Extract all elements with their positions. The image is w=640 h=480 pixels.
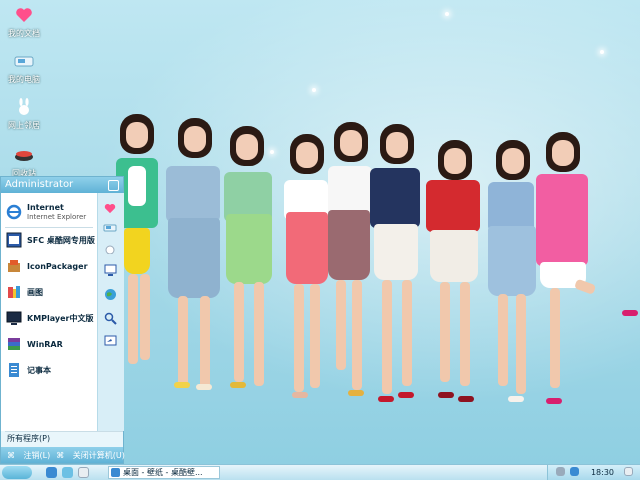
quicklaunch-media-icon[interactable] (62, 467, 73, 478)
iconpackager-icon (5, 257, 23, 275)
start-menu-item-iconpackager[interactable]: IconPackager (5, 255, 95, 277)
winrar-icon (5, 335, 23, 353)
start-menu-item-winrar[interactable]: WinRAR (5, 333, 95, 355)
desktop-icon-my-documents[interactable]: 我的文档 (2, 4, 46, 39)
item-label: WinRAR (27, 339, 63, 349)
paint-icon (5, 283, 23, 301)
desktop-icon-label: 我的电脑 (8, 75, 40, 84)
item-label: Internet (27, 202, 64, 212)
user-name: Administrator (5, 179, 74, 190)
start-menu-item-notepad[interactable]: 记事本 (5, 359, 95, 381)
drop-icon[interactable] (103, 241, 117, 255)
start-menu-item-paint[interactable]: 画图 (5, 281, 95, 303)
shutdown-button[interactable]: ⌘ 关闭计算机(U) (56, 450, 125, 461)
clock[interactable]: 18:30 (591, 468, 614, 477)
taskbar: 桌面 - 壁纸 - 桌酷壁... 18:30 (0, 464, 640, 480)
desktop-icon-network[interactable]: 网上邻居 (2, 96, 46, 131)
sfc-icon (5, 231, 23, 249)
quicklaunch-ie-icon[interactable] (46, 467, 57, 478)
show-desktop-icon[interactable] (624, 467, 633, 476)
item-label: 记事本 (27, 365, 51, 375)
wallpaper-group-photo (96, 106, 640, 436)
desktop-icon-my-computer[interactable]: 我的电脑 (2, 50, 46, 85)
shutdown-label: 关闭计算机(U) (72, 450, 125, 460)
notepad-icon (5, 361, 23, 379)
monitor-icon[interactable] (103, 263, 117, 277)
kmplayer-icon (5, 309, 23, 327)
tray-network-icon[interactable] (556, 467, 565, 476)
search-icon[interactable] (103, 311, 117, 325)
sparkle (312, 88, 316, 92)
start-menu-footer: ⌘ 注销(L) ⌘ 关闭计算机(U) (1, 447, 125, 463)
desktop-icon-label: 网上邻居 (8, 121, 40, 130)
item-label: 画图 (27, 287, 43, 297)
item-label: KMPlayer中文版 (27, 313, 94, 323)
run-icon[interactable] (103, 333, 117, 347)
desktop-icon-label: 我的文档 (8, 29, 40, 38)
item-label: SFC 桌酷网专用版 (27, 235, 95, 245)
heart-icon (13, 4, 35, 26)
bunny-icon (13, 96, 35, 118)
globe-icon[interactable] (103, 287, 117, 301)
start-menu-header: Administrator (1, 177, 123, 193)
start-menu-programs: Internet Internet Explorer SFC 桌酷网专用版 Ico… (1, 193, 97, 431)
all-programs-button[interactable]: 所有程序(P) (7, 433, 50, 444)
ie-icon (5, 203, 23, 221)
sparkle (600, 50, 604, 54)
desktop-icon-recycle-bin[interactable]: 回收站 (2, 144, 46, 179)
logoff-button[interactable]: ⌘ 注销(L) (7, 450, 50, 461)
separator (5, 431, 123, 432)
start-menu: Administrator Internet Internet Explorer … (0, 176, 125, 464)
start-menu-places (97, 193, 124, 431)
computer-icon (13, 50, 35, 72)
ie-icon (111, 468, 120, 477)
item-label: IconPackager (27, 261, 88, 271)
tray-volume-icon[interactable] (570, 467, 579, 476)
separator (5, 227, 93, 228)
user-picture-icon (108, 180, 119, 191)
sparkle (445, 12, 449, 16)
taskbar-window-label: 桌面 - 壁纸 - 桌酷壁... (123, 468, 203, 477)
system-tray: 18:30 (547, 465, 640, 480)
start-button[interactable] (2, 466, 32, 479)
taskbar-window-button[interactable]: 桌面 - 壁纸 - 桌酷壁... (108, 466, 220, 479)
start-menu-item-kmplayer[interactable]: KMPlayer中文版 (5, 307, 95, 329)
network-icon[interactable] (103, 221, 117, 235)
heart-icon[interactable] (103, 201, 117, 215)
recycle-bin-icon (13, 144, 35, 166)
logoff-label: 注销(L) (23, 450, 51, 460)
start-menu-item-internet[interactable]: Internet Internet Explorer (5, 201, 95, 223)
start-menu-item-sfc[interactable]: SFC 桌酷网专用版 (5, 229, 95, 251)
quicklaunch-desktop-icon[interactable] (78, 467, 89, 478)
item-sublabel: Internet Explorer (27, 212, 87, 221)
